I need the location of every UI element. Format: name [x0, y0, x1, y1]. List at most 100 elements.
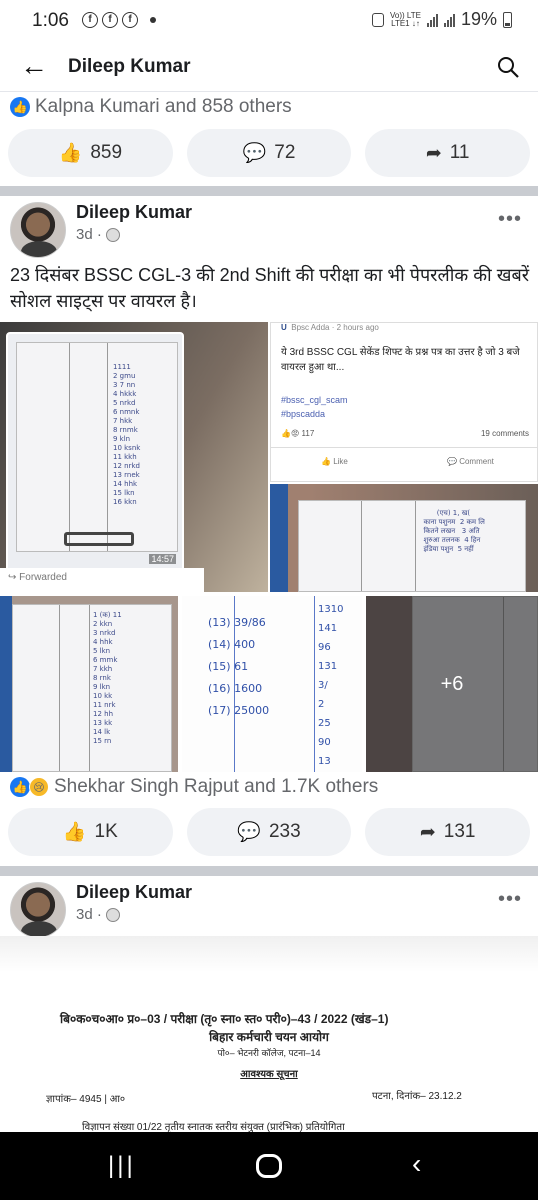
reaction-summary[interactable]: 👍 Kalpna Kumari and 858 others [10, 96, 292, 118]
like-button[interactable]: 👍 1K [8, 808, 173, 856]
photo-tile[interactable]: (13) 39/86 (14) 400 (15) 61 (16) 1600 (1… [182, 596, 362, 772]
search-icon[interactable] [496, 55, 520, 79]
post-meta: 3d · [76, 906, 120, 923]
battery-percent: 19% [460, 9, 497, 29]
comment-icon: 💬 [237, 822, 261, 843]
like-reaction-icon: 👍 [10, 777, 30, 797]
notice-date: पटना, दिनांक– 23.12.2 [372, 1091, 462, 1102]
network-type: Vo)) LTE LTE1 ↓↑ [389, 10, 421, 28]
like-reaction-icon: 👍 [10, 97, 30, 117]
reaction-summary[interactable]: 👍 😢 Shekhar Singh Rajput and 1.7K others [10, 776, 378, 798]
globe-icon [105, 907, 120, 922]
post-separator [0, 186, 538, 196]
more-photos-overlay[interactable]: +6 [366, 596, 538, 772]
card-tag: #bpscadda [281, 409, 326, 419]
share-button[interactable]: ➦ 11 [365, 129, 531, 177]
photo-tile[interactable]: (एच) 1, ख( काना पशुनम 2 कम लि कितने लखन … [270, 484, 538, 592]
like-count: 859 [90, 142, 123, 163]
thumbs-up-icon: 👍 [62, 822, 87, 843]
reaction-text: Kalpna Kumari and 858 others [35, 96, 292, 117]
comment-button[interactable]: 💬 233 [186, 808, 352, 856]
post-separator [0, 866, 538, 876]
recent-apps-button[interactable]: ||| [108, 1152, 136, 1180]
share-icon: ➦ [419, 821, 436, 843]
photo-tile[interactable]: U Bpsc Adda · 2 hours ago ये 3rd BSSC CG… [270, 322, 538, 482]
like-count: 1K [94, 821, 118, 842]
facebook-notification-icon: f [82, 12, 98, 28]
back-button[interactable]: ‹ [412, 1148, 421, 1180]
post-text: 23 दिसंबर BSSC CGL-3 की 2nd Shift की परी… [10, 265, 530, 311]
facebook-notification-icon: f [122, 12, 138, 28]
post-header: Dileep Kumar 3d · ••• [0, 876, 538, 940]
status-time: 1:06 [32, 10, 69, 31]
handwritten-values: (13) 39/86 (14) 400 (15) 61 (16) 1600 (1… [208, 616, 270, 717]
status-bar: 1:06 f f f Vo)) LTE LTE1 ↓↑ 19% [0, 0, 538, 42]
author-name[interactable]: Dileep Kumar [76, 882, 192, 903]
screenshot-frame: 1111 2 gmu 3 7 nn 4 hkkk 5 nrkd 6 nmnk 7… [6, 332, 184, 572]
card-like-label: Like [333, 457, 348, 466]
notice-memo-no: ज्ञापांक– 4945 | आ० [46, 1094, 126, 1105]
image-timestamp: 14:57 [149, 554, 176, 564]
card-reacts: 👍😡 117 [281, 429, 315, 438]
more-options-icon[interactable]: ••• [498, 208, 522, 231]
handwritten-right-values: 1310 141 96 131 3/ 2 25 90 13 [318, 604, 344, 767]
author-name[interactable]: Dileep Kumar [76, 202, 192, 223]
globe-icon [105, 227, 120, 242]
post-actions: 👍 1K 💬 233 ➦ 131 [8, 808, 531, 856]
home-button[interactable] [256, 1154, 282, 1178]
signal-icon [426, 13, 438, 27]
notice-body: विज्ञापन संख्या 01/22 तृतीय स्नातक स्तरी… [82, 1122, 345, 1132]
card-comment-label: Comment [459, 457, 494, 466]
notification-icons: f f f [82, 12, 138, 28]
more-options-icon[interactable]: ••• [498, 888, 522, 911]
battery-icon [503, 11, 512, 28]
notice-reference: बि०क०च०आ० प्र०–03 / परीक्षा (तृ० स्ना० स… [60, 1012, 389, 1026]
card-comment: 💬 Comment [447, 457, 494, 466]
share-icon: ➦ [425, 142, 442, 164]
card-page-name: Bpsc Adda [291, 323, 330, 332]
card-comments: 19 comments [480, 429, 529, 438]
forwarded-label: ↪ Forwarded [0, 568, 204, 592]
comment-count: 233 [268, 821, 301, 842]
post-meta: 3d · [76, 226, 120, 243]
comment-count: 72 [274, 142, 296, 163]
card-react-count: 117 [301, 429, 315, 438]
system-nav-bar: ||| ‹ [0, 1132, 538, 1200]
post-time[interactable]: 3d · [76, 906, 102, 923]
share-count: 131 [443, 821, 476, 842]
avatar[interactable] [10, 882, 66, 938]
photo-grid: 1111 2 gmu 3 7 nn 4 hkkk 5 nrkd 6 nmnk 7… [0, 322, 538, 772]
post-time[interactable]: 3d · [76, 226, 102, 243]
notice-org: बिहार कर्मचारी चयन आयोग [209, 1030, 329, 1044]
more-notifications-icon [150, 17, 156, 23]
comment-icon: 💬 [242, 143, 267, 164]
notice-image[interactable]: बि०क०च०आ० प्र०–03 / परीक्षा (तृ० स्ना० स… [0, 936, 538, 1132]
like-button[interactable]: 👍 859 [8, 129, 173, 177]
comment-button[interactable]: 💬 72 [186, 129, 352, 177]
photo-tile[interactable]: 1111 2 gmu 3 7 nn 4 hkkk 5 nrkd 6 nmnk 7… [0, 322, 268, 592]
photo-tile[interactable]: 1 (क) 11 2 kkn 3 nrkd 4 hhk 5 lkn 6 mmk … [0, 596, 178, 772]
card-text: ये 3rd BSSC CGL सेकेंड शिफ्ट के प्रश्न प… [281, 347, 520, 373]
avatar[interactable] [10, 202, 66, 258]
thumbs-up-icon: 👍 [58, 143, 83, 164]
notice-heading: आवश्यक सूचना [240, 1069, 298, 1080]
post-header: Dileep Kumar 3d · ••• [0, 196, 538, 260]
app-header: ← Dileep Kumar [0, 42, 538, 92]
signal-icon-2 [443, 13, 455, 27]
card-tags: #bssc_cgl_scam #bpscadda [281, 393, 348, 421]
alarm-icon [371, 12, 384, 27]
card-like: 👍 Like [321, 457, 348, 466]
card-tag: #bssc_cgl_scam [281, 395, 348, 405]
forwarded-text: Forwarded [19, 572, 67, 583]
card-meta: U Bpsc Adda · 2 hours ago [281, 323, 379, 332]
reaction-text: Shekhar Singh Rajput and 1.7K others [54, 776, 379, 797]
sad-reaction-icon: 😢 [29, 777, 49, 797]
notice-address: पो०– भेटनरी कॉलेज, पटना–14 [217, 1048, 321, 1058]
back-arrow-icon[interactable]: ← [20, 52, 48, 80]
card-time: 2 hours ago [336, 323, 379, 332]
post-actions: 👍 859 💬 72 ➦ 11 [8, 129, 531, 177]
share-count: 11 [449, 142, 470, 163]
facebook-notification-icon: f [102, 12, 118, 28]
page-title: Dileep Kumar [68, 56, 191, 77]
share-button[interactable]: ➦ 131 [365, 808, 531, 856]
